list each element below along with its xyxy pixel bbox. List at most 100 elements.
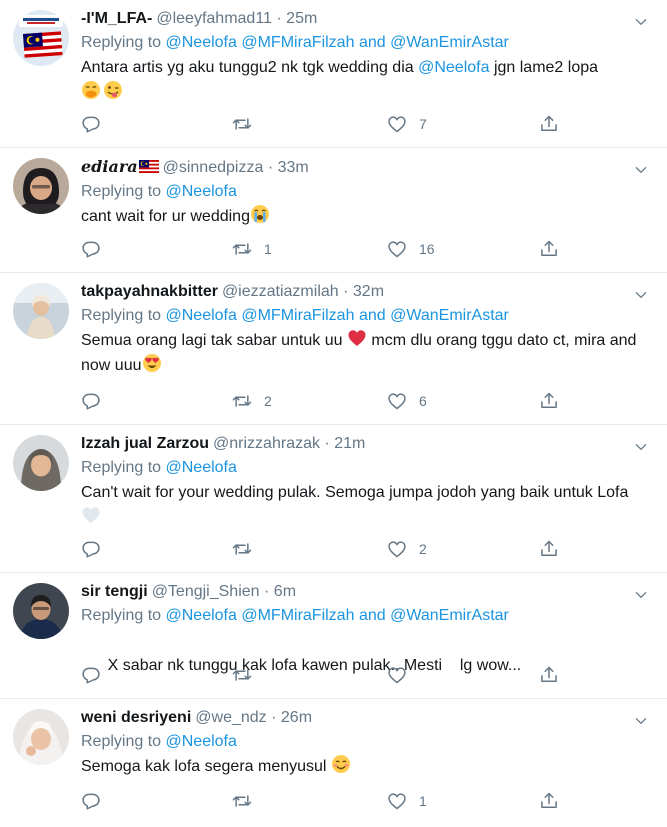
avatar[interactable] bbox=[13, 709, 69, 765]
mention-link[interactable]: @Neelofa bbox=[166, 459, 237, 476]
reply-icon bbox=[81, 539, 101, 559]
mention-link[interactable]: @WanEmirAstar bbox=[390, 607, 509, 624]
retweet-button[interactable] bbox=[232, 112, 264, 136]
mention-and-label[interactable]: and bbox=[359, 307, 386, 324]
more-options-caret-icon[interactable] bbox=[629, 283, 653, 307]
mention-link[interactable]: @Neelofa bbox=[166, 34, 237, 51]
reply-icon bbox=[81, 114, 101, 134]
timestamp[interactable]: 25m bbox=[286, 10, 317, 27]
mention-link[interactable]: @MFMiraFilzah bbox=[241, 607, 354, 624]
like-button[interactable]: 7 bbox=[387, 112, 427, 136]
like-count: 1 bbox=[419, 793, 427, 809]
heart-icon bbox=[387, 665, 407, 685]
retweet-count: 1 bbox=[264, 241, 272, 257]
replying-to: Replying to @Neelofa bbox=[81, 455, 651, 480]
reply-button[interactable] bbox=[81, 237, 113, 261]
mention-link[interactable]: @Neelofa bbox=[418, 59, 489, 76]
like-button[interactable]: 16 bbox=[387, 237, 435, 261]
avatar[interactable] bbox=[13, 158, 69, 214]
display-name[interactable]: sir tengji bbox=[81, 583, 148, 600]
tweet[interactable]: sir tengji @Tengji_Shien · 6m Replying to… bbox=[0, 573, 667, 699]
handle[interactable]: @leeyfahmad11 bbox=[156, 10, 272, 27]
avatar[interactable] bbox=[13, 583, 69, 639]
like-button[interactable]: 2 bbox=[387, 537, 427, 561]
display-name[interactable]: -I'M_LFA- bbox=[81, 10, 152, 27]
tweet-text: Semoga kak lofa segera menyusul bbox=[81, 754, 651, 779]
handle[interactable]: @iezzatiazmilah bbox=[222, 283, 339, 300]
more-options-caret-icon[interactable] bbox=[629, 435, 653, 459]
share-button[interactable] bbox=[539, 663, 559, 687]
avatar[interactable] bbox=[13, 10, 69, 66]
separator-dot: · bbox=[276, 10, 282, 27]
handle[interactable]: @nrizzahrazak bbox=[213, 435, 320, 452]
reply-button[interactable] bbox=[81, 389, 113, 413]
reply-button[interactable] bbox=[81, 789, 113, 813]
timestamp[interactable]: 21m bbox=[334, 435, 365, 452]
tweet[interactable]: ediara @sinnedpizza · 33m Replying to @N… bbox=[0, 148, 667, 273]
reply-button[interactable] bbox=[81, 112, 113, 136]
like-button[interactable]: 6 bbox=[387, 389, 427, 413]
mention-link[interactable]: @MFMiraFilzah bbox=[241, 307, 354, 324]
handle[interactable]: @Tengji_Shien bbox=[152, 583, 260, 600]
mention-link[interactable]: @Neelofa bbox=[166, 183, 237, 200]
tweet[interactable]: -I'M_LFA- @leeyfahmad11 · 25m Replying to… bbox=[0, 0, 667, 148]
avatar[interactable] bbox=[13, 435, 69, 491]
display-name[interactable]: weni desriyeni bbox=[81, 709, 191, 726]
display-name[interactable]: takpayahnakbitter bbox=[81, 283, 218, 300]
tweet[interactable]: takpayahnakbitter @iezzatiazmilah · 32m R… bbox=[0, 273, 667, 425]
more-options-caret-icon[interactable] bbox=[629, 10, 653, 34]
separator-dot: · bbox=[267, 159, 274, 176]
mention-link[interactable]: @WanEmirAstar bbox=[390, 34, 509, 51]
retweet-icon bbox=[232, 391, 252, 411]
separator-dot: · bbox=[271, 709, 277, 726]
timestamp[interactable]: 26m bbox=[281, 709, 312, 726]
mention-link[interactable]: @Neelofa bbox=[166, 307, 237, 324]
retweet-button[interactable] bbox=[232, 537, 264, 561]
retweet-button[interactable] bbox=[232, 663, 264, 687]
tweet-header: ediara @sinnedpizza · 33m bbox=[81, 156, 651, 179]
like-button[interactable] bbox=[387, 663, 419, 687]
replying-to-label: Replying to bbox=[81, 34, 162, 51]
mention-link[interactable]: @Neelofa bbox=[166, 607, 237, 624]
timestamp[interactable]: 6m bbox=[274, 583, 296, 600]
retweet-button[interactable] bbox=[232, 789, 264, 813]
tweet-header: weni desriyeni @we_ndz · 26m bbox=[81, 707, 651, 729]
heart-eyes-emoji bbox=[142, 354, 161, 372]
avatar[interactable] bbox=[13, 283, 69, 339]
like-count: 6 bbox=[419, 393, 427, 409]
reply-button[interactable] bbox=[81, 537, 113, 561]
red-heart-emoji bbox=[348, 330, 366, 346]
like-count: 2 bbox=[419, 541, 427, 557]
display-name[interactable]: Izzah jual Zarzou bbox=[81, 435, 209, 452]
tweet-actions: 2 6 bbox=[81, 381, 651, 425]
tweet-actions: 1 bbox=[81, 781, 651, 825]
mention-link[interactable]: @WanEmirAstar bbox=[390, 307, 509, 324]
more-options-caret-icon[interactable] bbox=[629, 709, 653, 733]
mention-and-label[interactable]: and bbox=[359, 34, 386, 51]
mention-and-label[interactable]: and bbox=[359, 607, 386, 624]
retweet-button[interactable]: 2 bbox=[232, 389, 272, 413]
share-button[interactable] bbox=[539, 389, 559, 413]
timestamp[interactable]: 33m bbox=[278, 159, 309, 176]
tweet-text-part: Semua orang lagi tak sabar untuk uu bbox=[81, 332, 343, 349]
share-button[interactable] bbox=[539, 789, 559, 813]
tweet-text-part: cant wait for ur wedding bbox=[81, 208, 250, 225]
share-button[interactable] bbox=[539, 112, 559, 136]
tweet[interactable]: weni desriyeni @we_ndz · 26m Replying to … bbox=[0, 699, 667, 827]
tweet[interactable]: Izzah jual Zarzou @nrizzahrazak · 21m Rep… bbox=[0, 425, 667, 573]
share-button[interactable] bbox=[539, 237, 559, 261]
timestamp[interactable]: 32m bbox=[353, 283, 384, 300]
handle[interactable]: @sinnedpizza bbox=[163, 159, 264, 176]
display-name[interactable]: ediara bbox=[81, 157, 138, 176]
reply-button[interactable] bbox=[81, 663, 113, 687]
like-button[interactable]: 1 bbox=[387, 789, 427, 813]
share-button[interactable] bbox=[539, 537, 559, 561]
retweet-button[interactable]: 1 bbox=[232, 237, 272, 261]
reply-icon bbox=[81, 239, 101, 259]
more-options-caret-icon[interactable] bbox=[629, 158, 653, 182]
mention-link[interactable]: @MFMiraFilzah bbox=[241, 34, 354, 51]
mention-link[interactable]: @Neelofa bbox=[166, 733, 237, 750]
handle[interactable]: @we_ndz bbox=[195, 709, 266, 726]
retweet-icon bbox=[232, 539, 252, 559]
more-options-caret-icon[interactable] bbox=[629, 583, 653, 607]
